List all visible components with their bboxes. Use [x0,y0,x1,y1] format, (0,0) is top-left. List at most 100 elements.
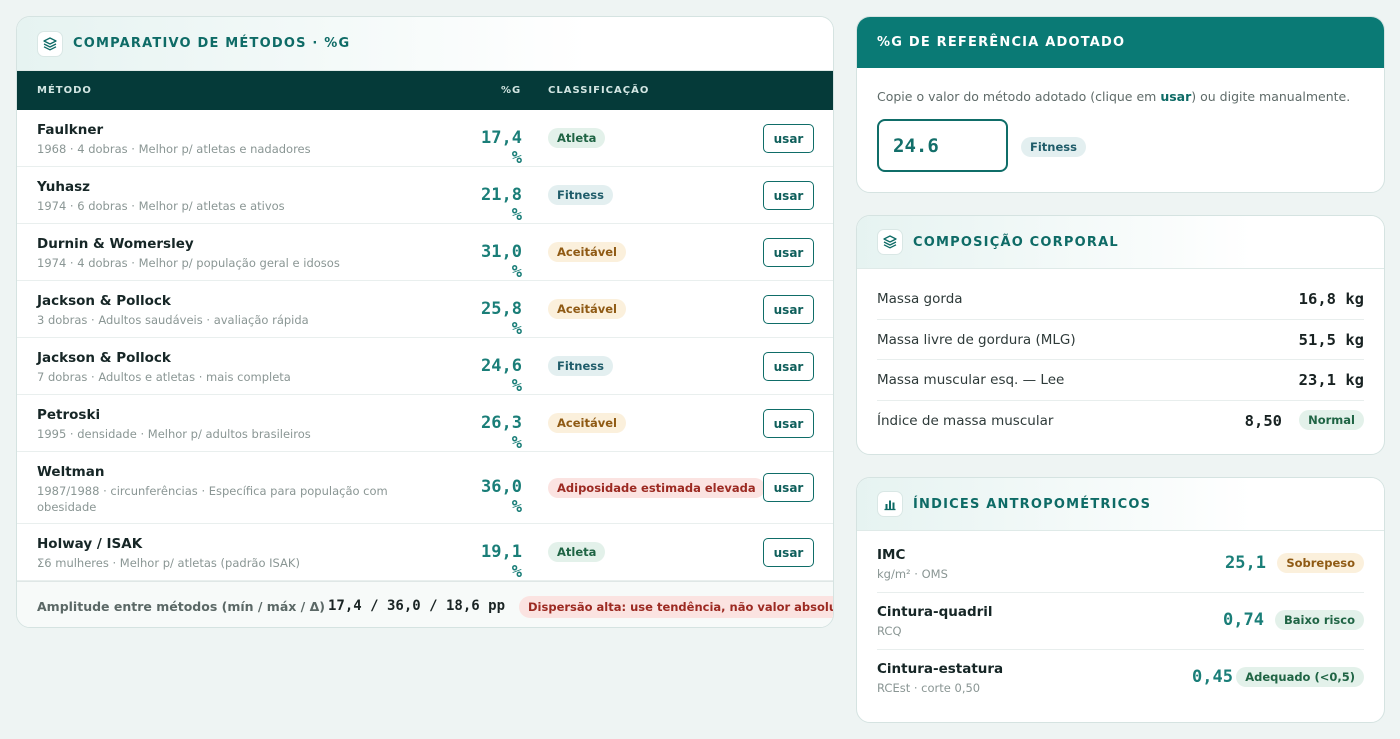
method-name: Yuhasz [37,179,91,195]
table-row: Faulkner 1968 · 4 dobras · Melhor p/ atle… [17,110,833,168]
method-name: Holway / ISAK [37,536,143,552]
classification-badge: Atleta [548,542,606,562]
anthro-value: 0,45 [1192,667,1233,687]
dispersion-badge: Dispersão alta: use tendência, não valor… [519,596,833,618]
table-row: Jackson & Pollock 3 dobras · Adultos saud… [17,281,833,339]
anthro-row-waist-height: Cintura-estatura RCEst · corte 0,50 0,45… [877,650,1364,707]
use-method-button[interactable]: usar [763,352,814,381]
anthropometric-indices-card: ÍNDICES ANTROPOMÉTRICOS IMC kg/m² · OMS … [856,477,1385,723]
status-badge: Normal [1299,409,1364,430]
classification-badge: Aceitável [548,413,626,433]
anthro-row-waist-hip: Cintura-quadril RCQ 0,74 Baixo risco [877,593,1364,650]
composition-card-header: COMPOSIÇÃO CORPORAL [857,216,1384,269]
reference-bodyfat-input[interactable]: 24.6 [877,119,1008,172]
table-row: Jackson & Pollock 7 dobras · Adultos e at… [17,338,833,396]
table-row: Durnin & Womersley 1974 · 4 dobras · Melh… [17,224,833,282]
method-bodyfat-value: 31,0 % [481,242,522,282]
reference-class-badge: Fitness [1021,137,1086,157]
composition-row: Massa gorda 16,8 kg [877,279,1364,320]
composition-card-title: COMPOSIÇÃO CORPORAL [913,234,1119,250]
composition-row: Massa livre de gordura (MLG) 51,5 kg [877,320,1364,360]
method-bodyfat-value: 36,0 % [481,477,522,517]
method-description: 1968 · 4 dobras · Melhor p/ atletas e na… [37,142,311,156]
method-bodyfat-value: 17,4 % [481,128,522,168]
column-header-method: MÉTODO [37,85,92,96]
anthro-desc: RCEst · corte 0,50 [877,681,981,695]
anthro-name: IMC [877,547,906,563]
usar-hint: usar [1160,89,1192,104]
bar-chart-icon [877,491,903,517]
method-name: Durnin & Womersley [37,236,194,252]
layers-icon [877,229,903,255]
table-row: Petroski 1995 · densidade · Melhor p/ adu… [17,395,833,453]
anthro-desc: kg/m² · OMS [877,567,948,581]
methods-table-header: MÉTODO %G CLASSIFICAÇÃO [17,71,833,110]
range-label: Amplitude entre métodos (mín / máx / Δ) [37,599,325,614]
use-method-button[interactable]: usar [763,538,814,567]
anthro-card-header: ÍNDICES ANTROPOMÉTRICOS [857,478,1384,531]
composition-value: 51,5 kg [1298,330,1364,349]
anthro-list: IMC kg/m² · OMS 25,1 Sobrepeso Cintura-q… [857,531,1384,707]
method-description: 1974 · 4 dobras · Melhor p/ população ge… [37,256,340,270]
reference-note: Copie o valor do método adotado (clique … [877,89,1351,104]
use-method-button[interactable]: usar [763,124,814,153]
method-description: 1974 · 6 dobras · Melhor p/ atletas e at… [37,199,285,213]
classification-badge: Fitness [548,356,613,376]
method-name: Jackson & Pollock [37,293,171,309]
method-bodyfat-value: 21,8 % [481,185,522,225]
use-method-button[interactable]: usar [763,409,814,438]
composition-value: 16,8 kg [1298,290,1364,308]
use-method-button[interactable]: usar [763,181,814,210]
method-bodyfat-value: 24,6 % [481,356,522,396]
methods-card-header: COMPARATIVO DE MÉTODOS · %G [17,17,833,71]
method-name: Weltman [37,464,105,480]
classification-badge: Aceitável [548,299,626,319]
composition-label: Massa gorda [877,291,963,307]
composition-value: 8,50 [1244,411,1282,430]
use-method-button[interactable]: usar [763,295,814,324]
composition-value: 23,1 kg [1298,371,1364,389]
method-name: Petroski [37,407,101,423]
method-description: 1987/1988 · circunferências · Específica… [37,484,388,514]
composition-label: Massa livre de gordura (MLG) [877,331,1076,348]
method-description: 1995 · densidade · Melhor p/ adultos bra… [37,427,311,441]
method-description: Σ6 mulheres · Melhor p/ atletas (padrão … [37,556,300,570]
use-method-button[interactable]: usar [763,238,814,267]
range-value: 17,4 / 36,0 / 18,6 pp [328,598,506,614]
method-description: 7 dobras · Adultos e atletas · mais comp… [37,370,291,384]
status-badge: Baixo risco [1275,610,1364,630]
anthro-name: Cintura-quadril [877,604,993,620]
table-row: Weltman 1987/1988 · circunferências · Esp… [17,452,833,524]
method-name: Jackson & Pollock [37,350,171,366]
classification-badge: Atleta [548,128,606,148]
method-bodyfat-value: 26,3 % [481,413,522,453]
method-bodyfat-value: 25,8 % [481,299,522,339]
anthro-desc: RCQ [877,624,902,638]
table-row: Yuhasz 1974 · 6 dobras · Melhor p/ atleta… [17,167,833,225]
classification-badge: Adiposidade estimada elevada [548,478,765,498]
reference-bodyfat-card: %G DE REFERÊNCIA ADOTADO Copie o valor d… [856,16,1385,193]
method-description: 3 dobras · Adultos saudáveis · avaliação… [37,313,309,327]
anthro-name: Cintura-estatura [877,661,1004,677]
composition-label: Índice de massa muscular [877,412,1054,429]
body-composition-card: COMPOSIÇÃO CORPORAL Massa gorda 16,8 kg … [856,215,1385,455]
reference-card-title: %G DE REFERÊNCIA ADOTADO [857,17,1384,68]
anthro-value: 0,74 [1223,610,1264,630]
composition-row: Índice de massa muscular 8,50 Normal [877,401,1364,442]
anthro-card-title: ÍNDICES ANTROPOMÉTRICOS [913,496,1152,512]
use-method-button[interactable]: usar [763,473,814,502]
table-row: Holway / ISAK Σ6 mulheres · Melhor p/ atl… [17,524,833,582]
status-badge: Adequado (<0,5) [1236,667,1364,687]
methods-range-footer: Amplitude entre métodos (mín / máx / Δ) … [17,581,833,627]
column-header-classification: CLASSIFICAÇÃO [548,85,650,96]
composition-label: Massa muscular esq. — Lee [877,372,1065,388]
anthro-value: 25,1 [1225,553,1266,573]
layers-icon [37,30,63,57]
classification-badge: Aceitável [548,242,626,262]
method-bodyfat-value: 19,1 % [481,542,522,582]
methods-comparison-card: COMPARATIVO DE MÉTODOS · %G MÉTODO %G CL… [16,16,834,628]
anthro-row-imc: IMC kg/m² · OMS 25,1 Sobrepeso [877,536,1364,593]
method-name: Faulkner [37,122,104,138]
composition-list: Massa gorda 16,8 kg Massa livre de gordu… [857,269,1384,441]
methods-table-body: Faulkner 1968 · 4 dobras · Melhor p/ atle… [17,110,833,582]
